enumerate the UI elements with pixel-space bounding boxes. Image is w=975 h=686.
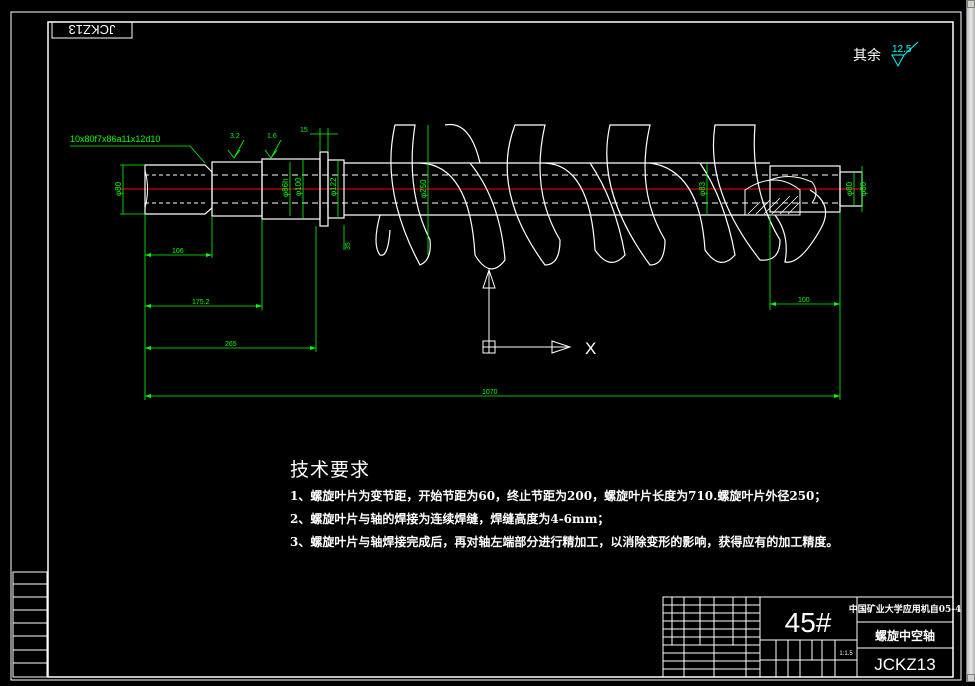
tech-requirements-title: 技术要求 bbox=[290, 459, 371, 481]
surface-roughness-value: 12.5 bbox=[892, 44, 912, 55]
dim-len-1070: 1070 bbox=[482, 389, 498, 396]
dim-d-shaft: φ83 bbox=[698, 181, 707, 196]
title-school: 中国矿业大学应用机自05-4 bbox=[849, 603, 962, 615]
shaft-drawing bbox=[120, 123, 863, 270]
dim-d-collar: φ122 bbox=[329, 177, 338, 196]
code-stamp-text: JCKZ13 bbox=[69, 22, 116, 37]
ucs-axis-icon bbox=[482, 268, 572, 354]
roughness-mark-1: 3.2 bbox=[230, 133, 240, 140]
dim-top-15: 15 bbox=[300, 127, 308, 134]
title-scale: 1:1.5 bbox=[839, 651, 853, 657]
dim-d-seat2: φ100 bbox=[294, 177, 303, 196]
tech-requirement-2: 2、螺旋叶片与轴的焊接为连续焊缝，焊缝高度为4-6mm； bbox=[290, 512, 610, 526]
spline-label: 10x80f7x86a11x12d10 bbox=[70, 134, 160, 144]
dimension-arrows bbox=[145, 253, 840, 398]
cad-drawing-canvas[interactable]: JCKZ13 其余 12.5 10x80f7x86a11x12d10 3.2 1… bbox=[0, 0, 975, 682]
dim-len-1752: 175.2 bbox=[192, 299, 210, 306]
ucs-axis-label: X bbox=[585, 339, 596, 358]
drawing-svg[interactable]: JCKZ13 其余 12.5 10x80f7x86a11x12d10 3.2 1… bbox=[0, 0, 975, 682]
dim-d-right2: φ80 bbox=[859, 181, 868, 196]
dim-len-265: 265 bbox=[225, 341, 237, 348]
dim-side-35: 35 bbox=[345, 242, 352, 250]
dim-d-seat1: φ86h bbox=[281, 178, 290, 197]
scroll-up-arrow-icon[interactable] bbox=[967, 0, 975, 8]
vertical-scrollbar[interactable] bbox=[966, 0, 975, 682]
dim-d-left-small: φ80 bbox=[114, 181, 123, 196]
tech-requirement-3: 3、螺旋叶片与轴焊接完成后，再对轴左端部分进行精加工，以消除变形的影响，获得应有… bbox=[290, 535, 839, 549]
dim-d-right1: φ80 bbox=[845, 181, 854, 196]
dimension-lines bbox=[70, 125, 863, 400]
left-binding-column bbox=[12, 571, 48, 678]
title-drawing-code: JCKZ13 bbox=[874, 655, 935, 674]
hatch-section bbox=[747, 195, 801, 215]
dim-len-100: 100 bbox=[798, 297, 810, 304]
surface-note-text: 其余 bbox=[853, 47, 881, 63]
sheet-outer-border bbox=[10, 11, 962, 681]
title-material: 45# bbox=[785, 607, 832, 638]
scroll-down-arrow-icon[interactable] bbox=[967, 674, 975, 682]
helical-flights bbox=[375, 123, 827, 270]
dim-d-pipe: φ250 bbox=[419, 179, 428, 198]
title-part-name: 螺旋中空轴 bbox=[875, 628, 935, 643]
dim-len-106: 106 bbox=[172, 248, 184, 255]
dimension-texts: 10x80f7x86a11x12d10 3.2 1.6 φ80 φ86h φ10… bbox=[70, 127, 868, 396]
sheet-inner-frame bbox=[47, 21, 954, 678]
tech-requirement-1: 1、螺旋叶片为变节距，开始节距为60，终止节距为200，螺旋叶片长度为710.螺… bbox=[290, 489, 827, 503]
roughness-mark-2: 1.6 bbox=[267, 133, 277, 140]
